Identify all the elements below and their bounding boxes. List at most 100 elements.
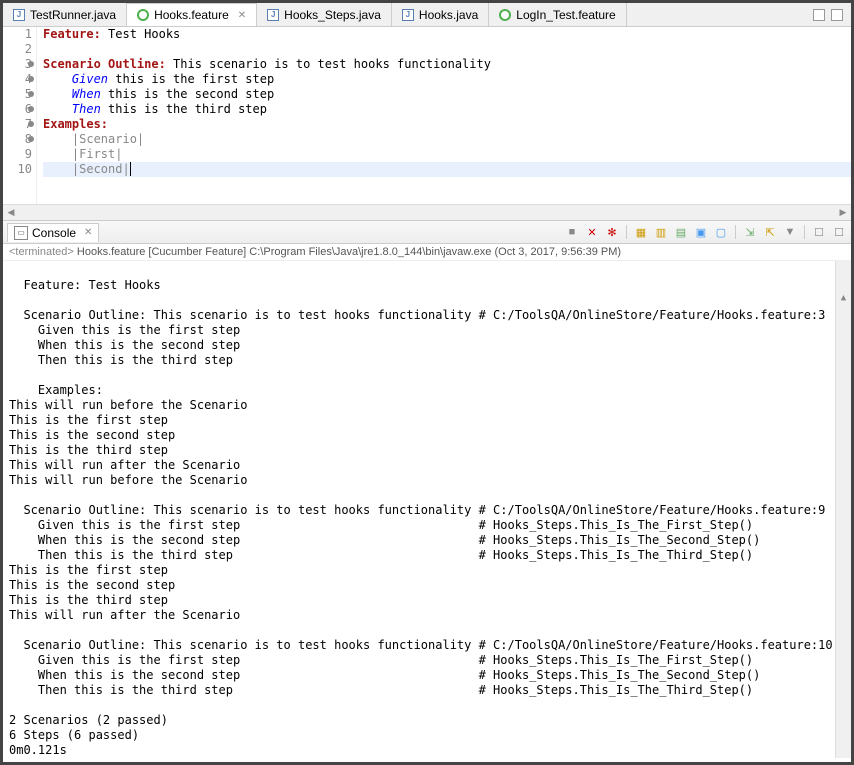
gutter-marker-icon bbox=[28, 106, 34, 112]
code-line[interactable]: Scenario Outline: This scenario is to te… bbox=[43, 57, 851, 72]
line-number: 2 bbox=[3, 42, 32, 57]
code-text: this is the third step bbox=[101, 102, 267, 116]
code-text: this is the first step bbox=[108, 72, 274, 86]
toolbar-button-15[interactable]: ☐ bbox=[831, 224, 847, 240]
line-number: 5 bbox=[3, 87, 32, 102]
toolbar-button-12[interactable]: ▼ bbox=[782, 224, 798, 240]
toolbar-button-6[interactable]: ▤ bbox=[673, 224, 689, 240]
code-line[interactable]: Then this is the third step bbox=[43, 102, 851, 117]
code-line[interactable] bbox=[43, 42, 851, 57]
code-text bbox=[43, 132, 72, 146]
code-text: Test Hooks bbox=[101, 27, 180, 41]
text-cursor bbox=[130, 162, 131, 176]
close-icon[interactable]: ✕ bbox=[238, 10, 246, 21]
feature-file-icon bbox=[137, 9, 149, 21]
scroll-left-icon[interactable]: ◀ bbox=[3, 207, 19, 218]
console-text: Feature: Test Hooks Scenario Outline: Th… bbox=[9, 278, 833, 757]
code-text bbox=[43, 72, 72, 86]
code-text bbox=[43, 102, 72, 116]
toolbar-button-5[interactable]: ▥ bbox=[653, 224, 669, 240]
line-number: 1 bbox=[3, 27, 32, 42]
gherkin-step-keyword: Then bbox=[72, 102, 101, 116]
console-tab-label: Console bbox=[32, 226, 76, 240]
toolbar-separator bbox=[804, 225, 805, 239]
gherkin-table-cell: |Second| bbox=[72, 162, 130, 176]
gutter-marker-icon bbox=[28, 91, 34, 97]
gherkin-keyword: Examples: bbox=[43, 117, 108, 131]
toolbar-button-1[interactable]: ✕ bbox=[584, 224, 600, 240]
tab-label: Hooks.feature bbox=[154, 8, 229, 22]
java-file-icon: J bbox=[267, 9, 279, 21]
line-number: 6 bbox=[3, 102, 32, 117]
tab-label: TestRunner.java bbox=[30, 8, 116, 22]
code-text bbox=[43, 87, 72, 101]
toolbar-separator bbox=[735, 225, 736, 239]
toolbar-separator bbox=[626, 225, 627, 239]
code-editor[interactable]: 12345678910 Feature: Test Hooks Scenario … bbox=[3, 27, 851, 204]
line-number: 8 bbox=[3, 132, 32, 147]
terminated-label: <terminated> bbox=[9, 246, 74, 258]
code-line[interactable]: Examples: bbox=[43, 117, 851, 132]
launch-text: Hooks.feature [Cucumber Feature] C:\Prog… bbox=[74, 246, 621, 258]
maximize-button[interactable] bbox=[831, 9, 843, 21]
scroll-right-icon[interactable]: ▶ bbox=[835, 207, 851, 218]
toolbar-button-8[interactable]: ▢ bbox=[713, 224, 729, 240]
gherkin-keyword: Feature: bbox=[43, 27, 101, 41]
code-line[interactable]: Given this is the first step bbox=[43, 72, 851, 87]
editor-tab-1[interactable]: Hooks.feature ✕ bbox=[127, 3, 257, 26]
gutter-marker-icon bbox=[28, 61, 34, 67]
code-text bbox=[43, 147, 72, 161]
toolbar-button-7[interactable]: ▣ bbox=[693, 224, 709, 240]
java-file-icon: J bbox=[402, 9, 414, 21]
toolbar-button-2[interactable]: ✻ bbox=[604, 224, 620, 240]
gutter-marker-icon bbox=[28, 121, 34, 127]
line-number: 3 bbox=[3, 57, 32, 72]
line-number: 10 bbox=[3, 162, 32, 177]
minimize-button[interactable] bbox=[813, 9, 825, 21]
console-vertical-scrollbar[interactable]: ▲ bbox=[835, 261, 851, 758]
editor-tab-3[interactable]: J Hooks.java bbox=[392, 3, 489, 26]
toolbar-button-4[interactable]: ▦ bbox=[633, 224, 649, 240]
tab-label: Hooks_Steps.java bbox=[284, 8, 381, 22]
editor-tab-4[interactable]: LogIn_Test.feature bbox=[489, 3, 626, 26]
editor-tab-bar: JTestRunner.javaHooks.feature✕JHooks_Ste… bbox=[3, 3, 851, 27]
editor-horizontal-scrollbar[interactable]: ◀ ▶ bbox=[3, 204, 851, 220]
close-icon[interactable]: ✕ bbox=[84, 227, 92, 238]
gherkin-table-cell: |Scenario| bbox=[72, 132, 144, 146]
toolbar-button-0[interactable]: ■ bbox=[564, 224, 580, 240]
editor-tab-2[interactable]: J Hooks_Steps.java bbox=[257, 3, 392, 26]
tab-label: Hooks.java bbox=[419, 8, 478, 22]
toolbar-button-14[interactable]: ☐ bbox=[811, 224, 827, 240]
gherkin-step-keyword: Given bbox=[72, 72, 108, 86]
editor-tab-0[interactable]: JTestRunner.java bbox=[3, 3, 127, 26]
console-output[interactable]: Feature: Test Hooks Scenario Outline: Th… bbox=[3, 261, 851, 758]
code-text bbox=[43, 162, 72, 176]
line-number: 9 bbox=[3, 147, 32, 162]
code-line[interactable]: When this is the second step bbox=[43, 87, 851, 102]
scroll-up-icon[interactable]: ▲ bbox=[836, 291, 851, 305]
console-toolbar: ■✕✻ ▦▥▤▣▢ ⇲⇱▼ ☐☐ bbox=[564, 224, 847, 240]
line-number: 7 bbox=[3, 117, 32, 132]
code-text: This scenario is to test hooks functiona… bbox=[166, 57, 491, 71]
code-line[interactable]: |Scenario| bbox=[43, 132, 851, 147]
editor-window-controls bbox=[813, 9, 851, 21]
gherkin-step-keyword: When bbox=[72, 87, 101, 101]
console-panel-header: ▭ Console ✕ ■✕✻▦▥▤▣▢⇲⇱▼☐☐ bbox=[3, 220, 851, 244]
line-number: 4 bbox=[3, 72, 32, 87]
gherkin-keyword: Scenario Outline: bbox=[43, 57, 166, 71]
gutter-marker-icon bbox=[28, 136, 34, 142]
code-line[interactable]: |Second| bbox=[43, 162, 851, 177]
toolbar-button-10[interactable]: ⇲ bbox=[742, 224, 758, 240]
feature-file-icon bbox=[499, 9, 511, 21]
editor-gutter: 12345678910 bbox=[3, 27, 37, 204]
gherkin-table-cell: |First| bbox=[72, 147, 123, 161]
console-icon: ▭ bbox=[14, 226, 28, 240]
code-line[interactable]: |First| bbox=[43, 147, 851, 162]
console-tab[interactable]: ▭ Console ✕ bbox=[7, 223, 99, 242]
tab-label: LogIn_Test.feature bbox=[516, 8, 615, 22]
gutter-marker-icon bbox=[28, 76, 34, 82]
editor-code-area[interactable]: Feature: Test Hooks Scenario Outline: Thi… bbox=[37, 27, 851, 204]
toolbar-button-11[interactable]: ⇱ bbox=[762, 224, 778, 240]
code-line[interactable]: Feature: Test Hooks bbox=[43, 27, 851, 42]
console-launch-info: <terminated> Hooks.feature [Cucumber Fea… bbox=[3, 244, 851, 261]
